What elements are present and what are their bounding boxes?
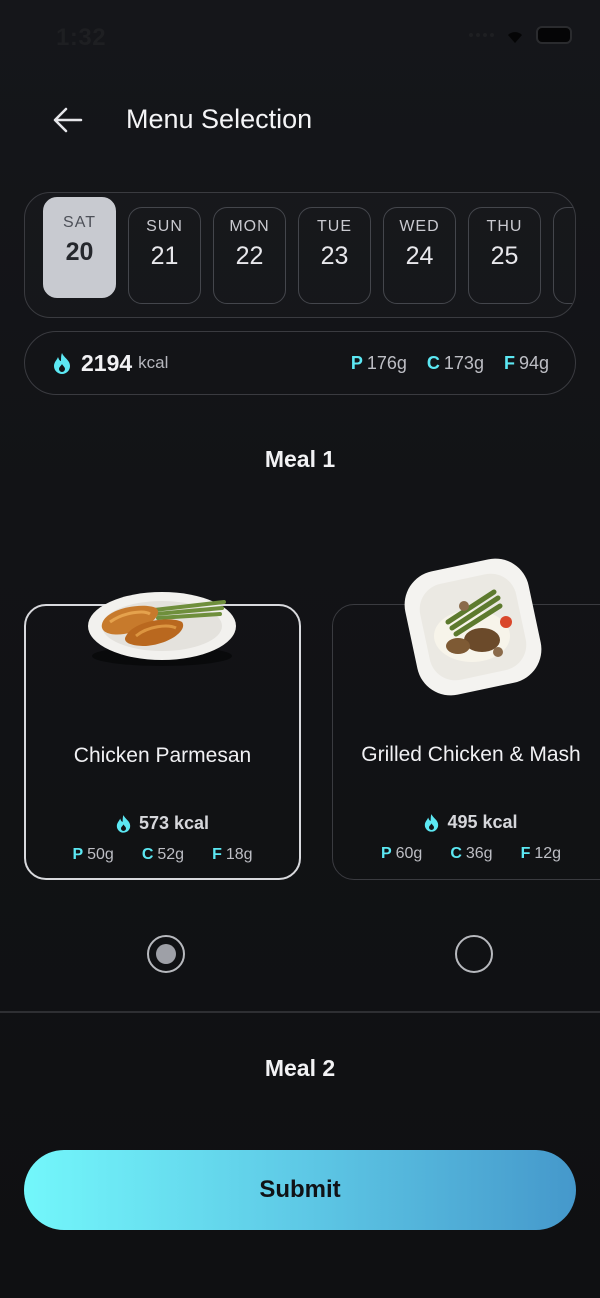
status-time: 1:32 <box>56 24 107 51</box>
meal-macros: P 50g C 52g F 18g <box>72 846 253 863</box>
wifi-icon <box>508 32 522 43</box>
status-bar: 1:32 <box>0 0 600 76</box>
meal-option-2-radio[interactable] <box>455 935 493 973</box>
date-dow: TUE <box>317 218 352 235</box>
page-title: Menu Selection <box>126 104 313 134</box>
submit-button[interactable]: Submit <box>24 1150 576 1230</box>
arrow-left-icon <box>53 107 83 133</box>
fat-total: F 94g <box>503 352 549 373</box>
meal-1-title: Meal 1 <box>264 446 336 472</box>
status-icons <box>469 26 572 44</box>
header: Menu Selection <box>0 92 600 148</box>
flame-icon <box>425 814 439 832</box>
carbs-total: C 173g <box>426 352 484 373</box>
flame-icon <box>116 815 131 833</box>
date-dow: MON <box>229 218 270 235</box>
meal-kcal: 495 kcal <box>333 812 600 833</box>
kcal-total: 2194 <box>81 349 133 376</box>
date-chip-sat[interactable]: SAT 20 <box>43 197 116 298</box>
meal-photo-chicken-parmesan <box>88 592 236 666</box>
meal-option-1-radio[interactable] <box>147 935 185 973</box>
signal-icon <box>469 33 494 37</box>
kcal-unit: kcal <box>138 353 169 372</box>
date-day: 20 <box>65 238 94 266</box>
meal-name: Grilled Chicken & Mash <box>361 743 581 766</box>
date-chip-mon[interactable]: MON 22 <box>213 207 286 304</box>
date-day: 25 <box>490 242 519 270</box>
date-track: SAT 20 SUN 21 MON 22 TUE 23 WED 24 THU 2… <box>43 197 575 304</box>
date-chip-partial[interactable] <box>553 207 575 304</box>
meal-kcal: 573 kcal <box>26 813 299 834</box>
date-day: 24 <box>405 242 434 270</box>
meal-macros: P 60g C 36g F 12g <box>380 845 562 862</box>
date-chip-sun[interactable]: SUN 21 <box>128 207 201 304</box>
date-dow: THU <box>486 218 523 235</box>
date-day: 23 <box>320 242 349 270</box>
date-chip-thu[interactable]: THU 25 <box>468 207 541 304</box>
back-button[interactable] <box>48 100 88 140</box>
flame-icon <box>54 353 70 374</box>
date-dow: SAT <box>63 214 96 231</box>
battery-icon <box>536 26 572 44</box>
date-strip[interactable]: SAT 20 SUN 21 MON 22 TUE 23 WED 24 THU 2… <box>24 192 576 318</box>
meal-photo-grilled-chicken-mash <box>404 558 542 696</box>
date-day: 22 <box>235 242 264 270</box>
meal-name: Chicken Parmesan <box>73 744 252 767</box>
date-dow: SUN <box>146 218 183 235</box>
daily-macros: P 176g C 173g F 94g <box>351 353 549 374</box>
date-dow: WED <box>399 218 440 235</box>
date-day: 21 <box>150 242 179 270</box>
date-chip-tue[interactable]: TUE 23 <box>298 207 371 304</box>
protein-total: P 176g <box>350 352 407 373</box>
date-chip-wed[interactable]: WED 24 <box>383 207 456 304</box>
meal-2-title: Meal 2 <box>264 1055 336 1081</box>
daily-macro-summary: 2194 kcal P 176g C 173g F 94g <box>24 331 576 395</box>
section-divider <box>0 1011 600 1013</box>
